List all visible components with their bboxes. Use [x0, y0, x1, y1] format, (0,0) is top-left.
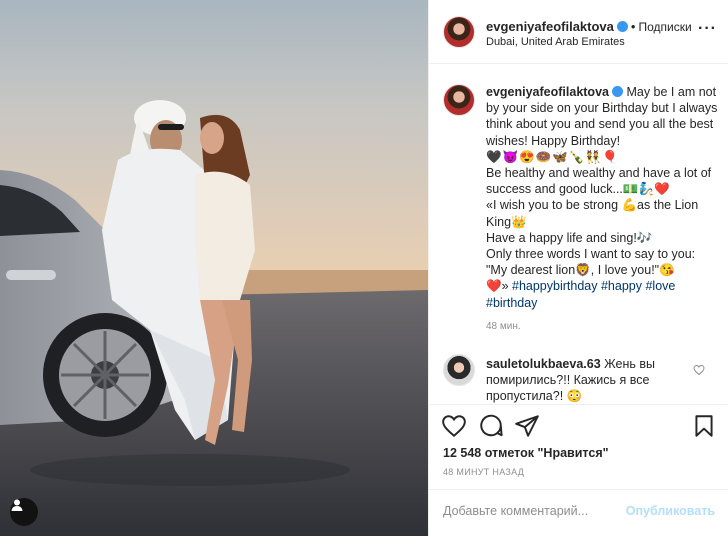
comment-input[interactable] — [443, 504, 623, 518]
caption-text-4: Have a happy life and sing!🎶 — [486, 230, 653, 245]
post-time-ago[interactable]: 48 МИНУТ НАЗАД — [443, 467, 524, 477]
author-username[interactable]: evgeniyafeofilaktova — [486, 19, 614, 34]
comment-icon[interactable] — [478, 413, 504, 439]
comment-like-heart-icon[interactable] — [693, 364, 705, 376]
caption-text-3: «I wish you to be strong 💪as the Lion Ki… — [486, 198, 699, 229]
hashtag-link[interactable]: #happy — [601, 279, 642, 293]
publish-button[interactable]: Опубликовать — [626, 504, 715, 518]
author-avatar[interactable] — [443, 16, 475, 48]
caption-text-6: ❤️» — [486, 279, 512, 294]
post-location[interactable]: Dubai, United Arab Emirates — [486, 36, 625, 48]
caption-author-username[interactable]: evgeniyafeofilaktova — [486, 85, 609, 99]
caption-emoji-row: 🖤😈😍🍩🦋🍾👯🎈 — [486, 149, 619, 164]
share-icon[interactable] — [514, 413, 540, 439]
caption-hashtag-line: ❤️» #happybirthday #happy #love #birthda… — [486, 278, 718, 310]
verified-badge-icon — [616, 21, 628, 32]
bookmark-icon[interactable] — [691, 413, 717, 439]
ellipsis-icon[interactable]: ··· — [698, 20, 717, 38]
header-user-line: evgeniyafeofilaktova • Подписки — [486, 19, 692, 34]
hashtag-link[interactable]: #love — [645, 279, 675, 293]
comment-item: sauletolukbaeva.63 Жень вы помирились?!!… — [486, 356, 686, 404]
verified-badge-icon — [611, 86, 623, 97]
following-button[interactable]: Подписки — [638, 20, 691, 34]
separator-dot: • — [630, 19, 636, 34]
caption-text-2: Be healthy and wealthy and have a lot of… — [486, 166, 712, 197]
comments-section: evgeniyafeofilaktova May be I am not by … — [429, 64, 728, 404]
hashtag-link[interactable]: #happybirthday — [512, 279, 597, 293]
commenter-avatar[interactable] — [443, 354, 475, 386]
likes-count[interactable]: 12 548 отметок "Нравится" — [443, 446, 609, 460]
caption-timestamp[interactable]: 48 мин. — [486, 321, 521, 332]
heart-icon[interactable] — [441, 413, 467, 439]
post-photo[interactable] — [0, 0, 428, 536]
add-comment-bar: Опубликовать — [429, 489, 728, 536]
photo-illustration — [0, 100, 428, 536]
hashtag-link[interactable]: #birthday — [486, 296, 537, 310]
commenter-username[interactable]: sauletolukbaeva.63 — [486, 357, 601, 371]
caption-author-avatar[interactable] — [443, 84, 475, 116]
caption-text-5: Only three words I want to say to you: "… — [486, 247, 696, 278]
post-details-panel: evgeniyafeofilaktova • Подписки Dubai, Uni… — [428, 0, 728, 536]
post-actions: 12 548 отметок "Нравится" 48 МИНУТ НАЗАД… — [429, 404, 728, 536]
post-caption: evgeniyafeofilaktova May be I am not by … — [486, 84, 718, 311]
post-header: evgeniyafeofilaktova • Подписки Dubai, Uni… — [429, 0, 728, 64]
user-tag-button[interactable] — [10, 498, 38, 526]
person-icon — [11, 499, 23, 511]
